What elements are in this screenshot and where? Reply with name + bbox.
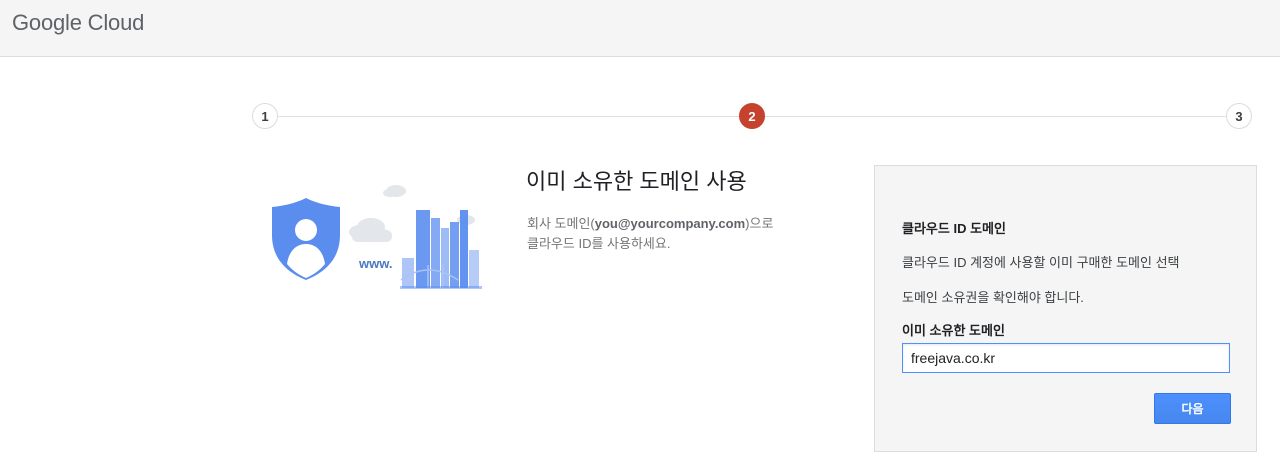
- step-1: 1: [252, 103, 278, 129]
- panel-verification-note: 도메인 소유권을 확인해야 합니다.: [902, 290, 1084, 305]
- domain-field-label: 이미 소유한 도메인: [902, 323, 1005, 338]
- domain-input[interactable]: [902, 343, 1230, 373]
- next-button[interactable]: 다음: [1154, 393, 1231, 424]
- step-3: 3: [1226, 103, 1252, 129]
- shield-user-icon: [272, 198, 340, 280]
- google-cloud-logo[interactable]: Google Cloud: [12, 10, 144, 36]
- desc-email-example: you@yourcompany.com: [594, 216, 746, 231]
- www-label: www.: [358, 256, 392, 271]
- intro-description: 회사 도메인(you@yourcompany.com)으로 클라우드 ID를 사…: [527, 214, 827, 254]
- domain-illustration: www.: [272, 185, 482, 289]
- domain-form-panel: 클라우드 ID 도메인 클라우드 ID 계정에 사용할 이미 구매한 도메인 선…: [874, 165, 1257, 452]
- panel-instruction: 클라우드 ID 계정에 사용할 이미 구매한 도메인 선택: [902, 255, 1180, 270]
- top-bar: Google Cloud: [0, 0, 1280, 57]
- step-2-current: 2: [739, 103, 765, 129]
- desc-suffix: )으로: [745, 216, 774, 231]
- panel-title: 클라우드 ID 도메인: [902, 221, 1006, 236]
- desc-line2: 클라우드 ID를 사용하세요.: [527, 236, 671, 251]
- desc-prefix: 회사 도메인(: [527, 216, 595, 231]
- page-title: 이미 소유한 도메인 사용: [526, 169, 747, 194]
